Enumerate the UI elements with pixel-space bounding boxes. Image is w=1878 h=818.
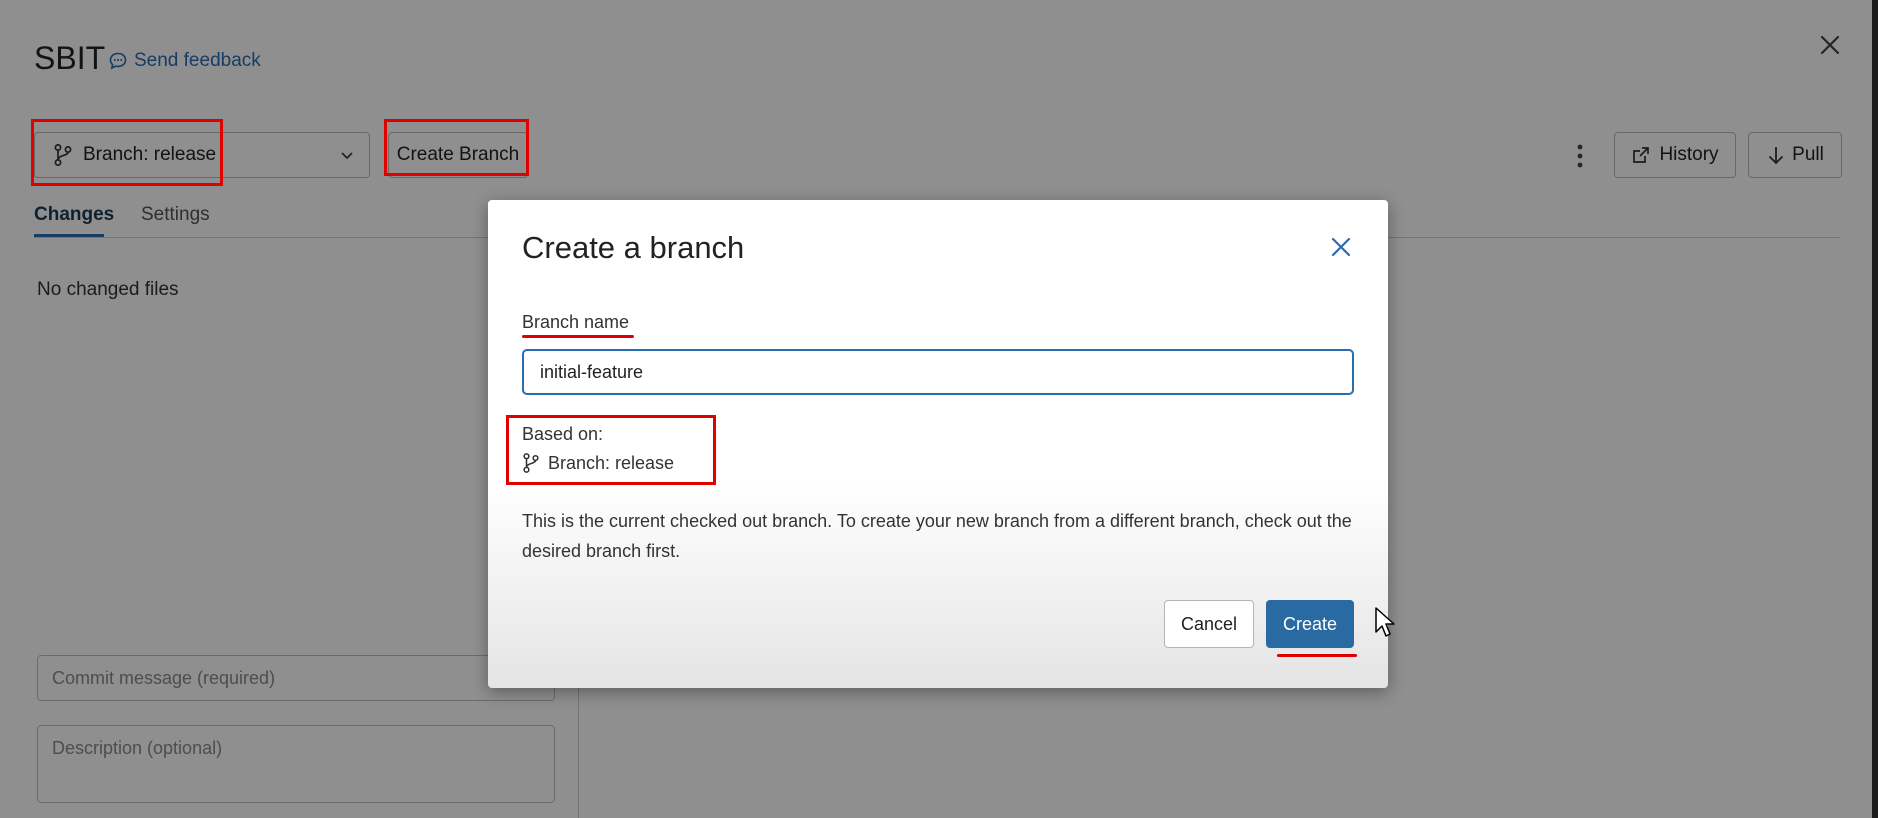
- helper-text: This is the current checked out branch. …: [522, 511, 1352, 561]
- close-icon[interactable]: [1328, 234, 1354, 260]
- dialog-title: Create a branch: [522, 230, 745, 265]
- annotation-box-branch: [31, 119, 223, 186]
- window-edge: [1872, 0, 1878, 818]
- annotation-underline-create: [1277, 654, 1357, 657]
- annotation-box-based-on: [506, 415, 716, 485]
- annotation-box-create-branch: [384, 119, 529, 176]
- cancel-button[interactable]: Cancel: [1164, 600, 1254, 648]
- annotation-underline-branch-name: [522, 335, 634, 338]
- create-button[interactable]: Create: [1266, 600, 1354, 648]
- mouse-pointer-icon: [1375, 607, 1395, 637]
- branch-name-input[interactable]: [522, 349, 1354, 395]
- branch-name-label: Branch name: [522, 312, 630, 332]
